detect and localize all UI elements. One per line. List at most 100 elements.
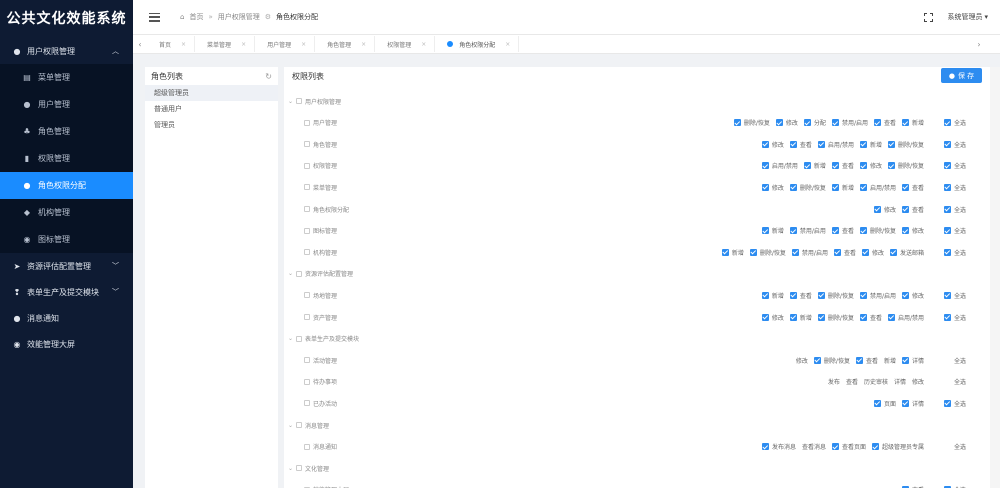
sidebar-item-permissions[interactable]: ▮ 权限管理 (0, 145, 133, 172)
permission-checkbox[interactable]: 修改 (761, 313, 784, 322)
permission-checkbox[interactable]: 禁用/启用 (789, 226, 826, 235)
tab-permissions[interactable]: 权限管理 × (379, 36, 436, 52)
permission-checkbox[interactable]: 修改 (859, 161, 882, 170)
permission-checkbox[interactable]: 启用/禁用 (817, 140, 854, 149)
permission-node[interactable]: 用户管理 (304, 118, 337, 127)
permission-checkbox[interactable]: 查看 (901, 183, 924, 192)
permission-checkbox[interactable]: 新增 (859, 140, 882, 149)
permission-checkbox[interactable]: 禁用/启用 (791, 248, 828, 257)
tab-roles[interactable]: 角色管理 × (319, 36, 376, 52)
permission-node[interactable]: ⌄ 文化管理 (288, 464, 329, 473)
permission-checkbox[interactable]: 详情 (901, 399, 924, 408)
close-icon[interactable]: × (421, 41, 426, 48)
expand-toggle-icon[interactable]: ⌄ (288, 335, 293, 342)
permission-node[interactable]: 菜单管理 (304, 183, 337, 192)
permission-checkbox[interactable]: 发送邮箱 (889, 248, 924, 257)
permission-checkbox[interactable]: 查看 (789, 140, 812, 149)
node-checkbox[interactable] (296, 465, 303, 472)
node-checkbox[interactable] (304, 184, 310, 191)
tab-menu[interactable]: 菜单管理 × (199, 36, 256, 52)
fullscreen-icon[interactable] (923, 11, 935, 23)
select-all-checkbox[interactable]: 全选 (943, 226, 966, 235)
expand-toggle-icon[interactable]: ⌄ (288, 98, 293, 105)
permission-node[interactable]: 消息通知 (304, 442, 337, 451)
permission-checkbox[interactable]: 页面 (873, 399, 896, 408)
permission-checkbox[interactable]: 修改 (912, 377, 924, 386)
permission-node[interactable]: 角色管理 (304, 140, 337, 149)
permission-checkbox[interactable]: 删除/恢复 (859, 226, 896, 235)
tab-role-permission[interactable]: 角色权限分配 × (439, 36, 520, 52)
node-checkbox[interactable] (304, 400, 310, 407)
tab-home[interactable]: 首页 × (151, 36, 196, 52)
permission-checkbox[interactable]: 发布消息 (761, 442, 796, 451)
permission-checkbox[interactable]: 禁用/启用 (831, 118, 868, 127)
role-item[interactable]: 普通用户 (145, 101, 278, 117)
permission-checkbox[interactable]: 修改 (761, 183, 784, 192)
expand-toggle-icon[interactable]: ⌄ (288, 422, 293, 429)
hamburger-menu-icon[interactable] (149, 12, 160, 22)
menu-group-user-permission[interactable]: ● 用户权限管理 ︿ (0, 38, 133, 64)
permission-node[interactable]: 机构管理 (304, 248, 337, 257)
sidebar-item-roles[interactable]: ♣ 角色管理 (0, 118, 133, 145)
sidebar-item-role-permission[interactable]: ● 角色权限分配 (0, 172, 133, 199)
permission-checkbox[interactable]: 启用/禁用 (761, 161, 798, 170)
close-icon[interactable]: × (181, 41, 186, 48)
permission-checkbox[interactable]: 详情 (894, 377, 906, 386)
permission-checkbox[interactable]: 新增 (761, 291, 784, 300)
permission-node[interactable]: 待办事项 (304, 377, 337, 386)
close-icon[interactable]: × (361, 41, 366, 48)
permission-checkbox[interactable]: 启用/禁用 (887, 313, 924, 322)
permission-checkbox[interactable]: 删除/恢复 (817, 291, 854, 300)
tabs-scroll-right-icon[interactable]: › (972, 40, 986, 49)
permission-checkbox[interactable]: 删除/恢复 (817, 313, 854, 322)
permission-node[interactable]: 角色权限分配 (304, 205, 349, 214)
node-checkbox[interactable] (296, 422, 303, 428)
permission-checkbox[interactable]: 新增 (803, 161, 826, 170)
user-menu[interactable]: 系统管理员 (947, 12, 982, 22)
sidebar-item-org[interactable]: ◆ 机构管理 (0, 199, 133, 226)
select-all-checkbox[interactable]: 全选 (943, 183, 966, 192)
permission-checkbox[interactable]: 查看 (901, 205, 924, 214)
permission-node[interactable]: ⌄ 资源评估配置管理 (288, 269, 353, 278)
permission-checkbox[interactable]: 新增 (884, 356, 896, 365)
node-checkbox[interactable] (304, 443, 310, 450)
select-all-checkbox[interactable]: 全选 (943, 161, 966, 170)
permission-checkbox[interactable]: 分配 (803, 118, 826, 127)
permission-checkbox[interactable]: 发布 (828, 377, 840, 386)
menu-group-form[interactable]: ❢ 表单生产及提交模块 ﹀ (0, 279, 133, 305)
node-checkbox[interactable] (304, 206, 310, 212)
node-checkbox[interactable] (304, 227, 310, 234)
permission-checkbox[interactable]: 修改 (901, 226, 924, 235)
permission-checkbox[interactable]: 超级管理员专属 (871, 442, 924, 451)
tab-users[interactable]: 用户管理 × (259, 36, 316, 52)
permission-node[interactable]: 活动管理 (304, 356, 337, 365)
select-all-checkbox[interactable]: 全选 (943, 118, 966, 127)
save-button[interactable]: ● 保 存 (941, 68, 982, 83)
permission-node[interactable]: 已办活动 (304, 399, 337, 408)
select-all-checkbox[interactable]: 全选 (943, 140, 966, 149)
node-checkbox[interactable] (304, 162, 310, 169)
select-all-checkbox[interactable]: 全选 (943, 399, 966, 408)
permission-checkbox[interactable]: 查看 (833, 248, 856, 257)
permission-checkbox[interactable]: 删除/恢复 (887, 161, 924, 170)
permission-node[interactable]: 图标管理 (304, 226, 337, 235)
permission-checkbox[interactable]: 查看 (855, 356, 878, 365)
expand-toggle-icon[interactable]: ⌄ (288, 465, 293, 472)
permission-checkbox[interactable]: 新增 (831, 183, 854, 192)
permission-checkbox[interactable]: 查看 (859, 313, 882, 322)
select-all-checkbox[interactable]: 全选 (943, 248, 966, 257)
node-checkbox[interactable] (304, 357, 310, 364)
permission-node[interactable]: ⌄ 用户权限管理 (288, 97, 341, 106)
sidebar-item-icons[interactable]: ◉ 图标管理 (0, 226, 133, 253)
permission-node[interactable]: 资产管理 (304, 313, 337, 322)
permission-checkbox[interactable]: 查看 (846, 377, 858, 386)
permission-checkbox[interactable]: 新增 (721, 248, 744, 257)
expand-toggle-icon[interactable]: ⌄ (288, 270, 293, 277)
select-all-checkbox[interactable]: 全选 (954, 356, 966, 365)
permission-checkbox[interactable]: 修改 (761, 140, 784, 149)
permission-checkbox[interactable]: 查看 (789, 291, 812, 300)
node-checkbox[interactable] (296, 270, 303, 277)
sidebar-item-users[interactable]: ● 用户管理 (0, 91, 133, 118)
close-icon[interactable]: × (505, 41, 510, 48)
node-checkbox[interactable] (304, 141, 310, 148)
